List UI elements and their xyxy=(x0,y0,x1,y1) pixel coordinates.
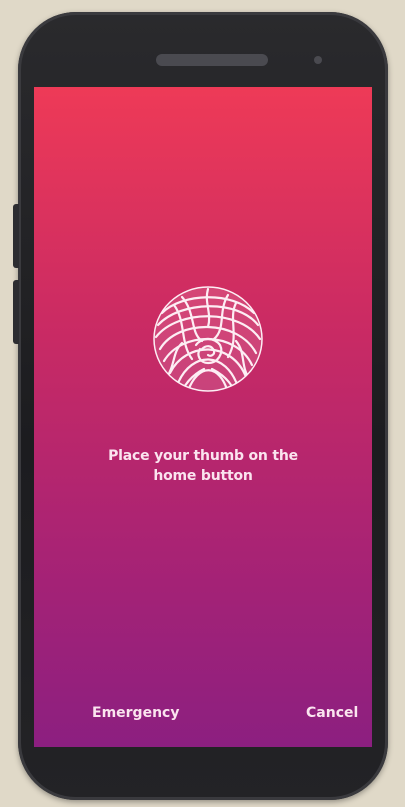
fingerprint-icon[interactable] xyxy=(152,283,264,395)
volume-up-button[interactable] xyxy=(13,204,19,268)
volume-down-button[interactable] xyxy=(13,280,19,344)
fingerprint-prompt-line-2: home button xyxy=(153,468,253,484)
emergency-button[interactable]: Emergency xyxy=(92,705,179,721)
canvas: Place your thumb on the home button Emer… xyxy=(0,0,405,807)
front-camera xyxy=(314,56,322,64)
cancel-button[interactable]: Cancel xyxy=(306,705,358,721)
earpiece-speaker xyxy=(156,54,268,66)
phone-device: Place your thumb on the home button Emer… xyxy=(13,12,388,800)
fingerprint-prompt-line-1: Place your thumb on the xyxy=(108,448,298,464)
phone-screen: Place your thumb on the home button Emer… xyxy=(34,87,372,747)
